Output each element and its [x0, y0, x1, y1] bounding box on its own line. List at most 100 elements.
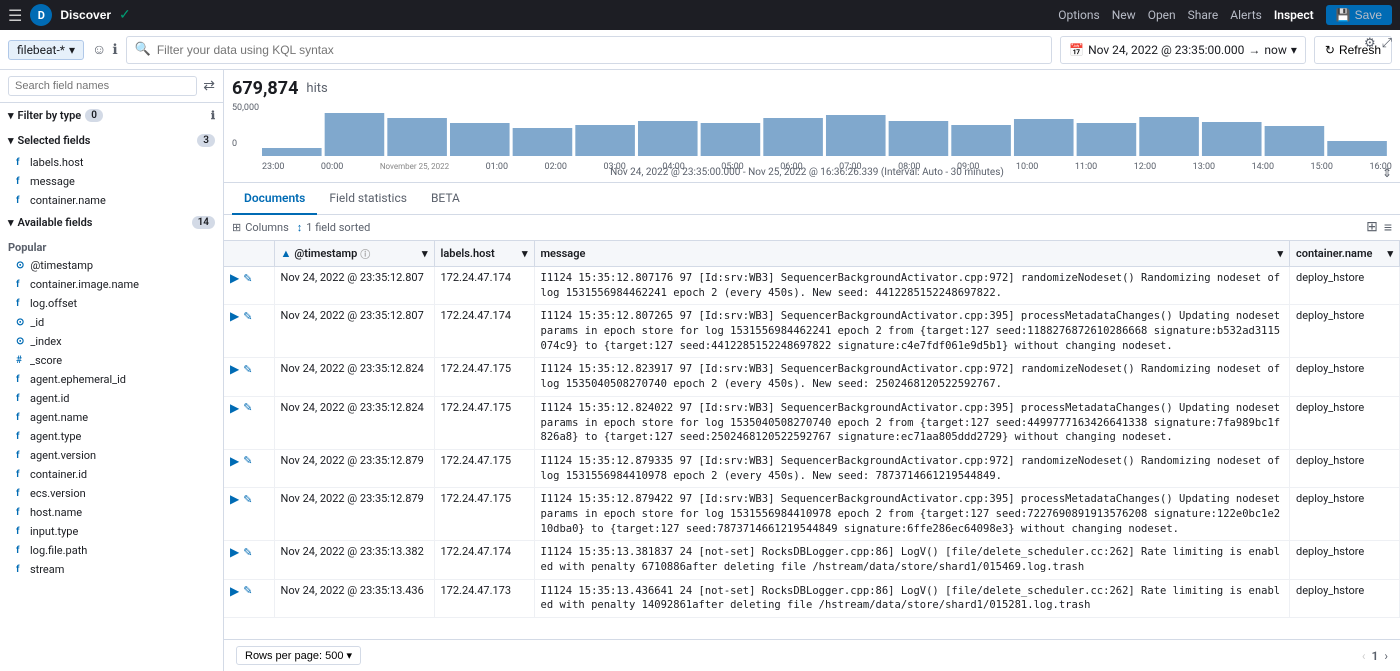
timestamp-cell: Nov 24, 2022 @ 23:35:12.824	[274, 396, 434, 449]
message-value: I1124 15:35:12.807265 97 [Id:srv:WB3] Se…	[541, 310, 1281, 351]
sidebar-available-field[interactable]: ⊙_index	[0, 332, 223, 351]
row-controls: ▶ ✎	[230, 401, 268, 415]
rows-per-page-button[interactable]: Rows per page: 500 ▾	[236, 646, 361, 665]
col-header-labels-host[interactable]: labels.host ▾	[434, 241, 534, 267]
sidebar-available-field[interactable]: fhost.name	[0, 503, 223, 522]
search-input[interactable]	[157, 43, 1043, 57]
col-header-timestamp[interactable]: ▲ @timestamp ⓘ ▾	[274, 241, 434, 267]
sidebar-available-field[interactable]: fstream	[0, 560, 223, 579]
time-range-picker[interactable]: 📅 Nov 24, 2022 @ 23:35:00.000 → now ▾	[1060, 36, 1306, 64]
save-label: Save	[1355, 8, 1382, 22]
inspect-row-icon[interactable]: ✎	[243, 493, 252, 506]
field-name: agent.ephemeral_id	[30, 373, 126, 386]
expand-row-icon[interactable]: ▶	[230, 401, 239, 415]
sidebar-available-field[interactable]: fagent.id	[0, 389, 223, 408]
expand-row-icon[interactable]: ▶	[230, 545, 239, 559]
sidebar-available-field[interactable]: finput.type	[0, 522, 223, 541]
inspect-row-icon[interactable]: ✎	[243, 454, 252, 467]
filter-type-count: 0	[85, 109, 103, 122]
sidebar-selected-field[interactable]: fmessage	[0, 172, 223, 191]
main-layout: ⇄ ▾ Filter by type 0 ℹ ▾ Selected fields…	[0, 70, 1400, 671]
expand-row-icon[interactable]: ▶	[230, 309, 239, 323]
expand-row-icon[interactable]: ▶	[230, 492, 239, 506]
selected-fields-header[interactable]: ▾ Selected fields 3	[0, 128, 223, 153]
sidebar-available-field[interactable]: fagent.name	[0, 408, 223, 427]
field-type-icon: f	[16, 393, 24, 404]
sidebar-available-field[interactable]: ⊙_id	[0, 313, 223, 332]
sidebar-available-field[interactable]: fecs.version	[0, 484, 223, 503]
field-type-icon: f	[16, 469, 24, 480]
search-bar[interactable]: 🔍	[126, 36, 1052, 64]
message-cell: I1124 15:35:12.824022 97 [Id:srv:WB3] Se…	[534, 396, 1290, 449]
row-controls: ▶ ✎	[230, 309, 268, 323]
available-fields-list: ⊙_id⊙_index#_scorefagent.ephemeral_idfag…	[0, 313, 223, 579]
message-value: I1124 15:35:12.879335 97 [Id:srv:WB3] Se…	[541, 455, 1281, 482]
col-header-controls	[224, 241, 274, 267]
inspect-row-icon[interactable]: ✎	[243, 401, 252, 414]
expand-row-icon[interactable]: ▶	[230, 271, 239, 285]
share-link[interactable]: Share	[1188, 8, 1219, 22]
timestamp-value: Nov 24, 2022 @ 23:35:12.879	[281, 492, 424, 505]
sidebar-collapse-icon[interactable]: ⇄	[203, 78, 215, 94]
sidebar-search-input[interactable]	[8, 76, 197, 96]
inspect-row-icon[interactable]: ✎	[243, 584, 252, 597]
sidebar-popular-field[interactable]: fcontainer.image.name	[0, 275, 223, 294]
next-page-icon[interactable]: ›	[1384, 649, 1388, 663]
sidebar-selected-field[interactable]: fcontainer.name	[0, 191, 223, 210]
container-name-chevron-icon[interactable]: ▾	[1387, 247, 1393, 260]
sidebar-available-field[interactable]: fagent.version	[0, 446, 223, 465]
list-view-icon[interactable]: ≡	[1384, 219, 1392, 236]
expand-row-icon[interactable]: ▶	[230, 454, 239, 468]
inspect-row-icon[interactable]: ✎	[243, 272, 252, 285]
sidebar-popular-field[interactable]: ⊙@timestamp	[0, 256, 223, 275]
save-button[interactable]: 💾 Save	[1326, 5, 1392, 25]
sidebar-popular-field[interactable]: flog.offset	[0, 294, 223, 313]
options-link[interactable]: Options	[1058, 8, 1100, 22]
chevron-down-icon-available: ▾	[8, 216, 14, 229]
open-link[interactable]: Open	[1148, 8, 1176, 22]
inspect-row-icon[interactable]: ✎	[243, 546, 252, 559]
inspect-row-icon[interactable]: ✎	[243, 363, 252, 376]
smiley-icon[interactable]: ☺	[92, 41, 106, 58]
filter-type-info-icon[interactable]: ℹ	[211, 109, 215, 122]
grid-view-icon[interactable]: ⊞	[1366, 219, 1378, 236]
sidebar-available-field[interactable]: fagent.type	[0, 427, 223, 446]
prev-page-icon[interactable]: ‹	[1362, 649, 1366, 663]
info-icon[interactable]: ℹ	[112, 42, 117, 58]
row-controls-cell: ▶ ✎	[224, 541, 274, 579]
sidebar-available-field[interactable]: fagent.ephemeral_id	[0, 370, 223, 389]
menu-icon[interactable]: ☰	[8, 6, 22, 25]
field-type-icon: f	[16, 176, 24, 187]
discover-button[interactable]: Discover	[60, 8, 111, 22]
expand-row-icon[interactable]: ▶	[230, 362, 239, 376]
sort-control[interactable]: ↕ 1 field sorted	[297, 221, 371, 234]
sidebar-available-field[interactable]: fcontainer.id	[0, 465, 223, 484]
tab-field-statistics[interactable]: Field statistics	[317, 183, 419, 215]
labels-host-value: 172.24.47.175	[441, 362, 512, 375]
alerts-link[interactable]: Alerts	[1230, 8, 1262, 22]
available-fields-count: 14	[192, 216, 215, 229]
col-header-container-name[interactable]: container.name ▾	[1290, 241, 1400, 267]
message-chevron-icon[interactable]: ▾	[1277, 247, 1283, 260]
tab-documents[interactable]: Documents	[232, 183, 317, 215]
container-name-value: deploy_hstore	[1296, 362, 1364, 375]
timestamp-chevron-icon[interactable]: ▾	[422, 247, 428, 260]
tab-beta[interactable]: BETA	[419, 183, 472, 215]
col-header-message[interactable]: message ▾	[534, 241, 1290, 267]
inspect-row-icon[interactable]: ✎	[243, 310, 252, 323]
new-link[interactable]: New	[1112, 8, 1136, 22]
inspect-link[interactable]: Inspect	[1274, 8, 1314, 22]
expand-row-icon[interactable]: ▶	[230, 584, 239, 598]
labels-host-chevron-icon[interactable]: ▾	[522, 247, 528, 260]
sidebar-available-field[interactable]: #_score	[0, 351, 223, 370]
filter-by-type-header[interactable]: ▾ Filter by type 0 ℹ	[0, 103, 223, 128]
time-now: now	[1264, 43, 1287, 57]
message-value: I1124 15:35:12.824022 97 [Id:srv:WB3] Se…	[541, 402, 1281, 443]
available-fields-header[interactable]: ▾ Available fields 14	[0, 210, 223, 235]
sidebar-selected-field[interactable]: flabels.host	[0, 153, 223, 172]
labels-host-value: 172.24.47.175	[441, 401, 512, 414]
columns-control[interactable]: ⊞ Columns	[232, 221, 289, 234]
index-pattern-badge[interactable]: filebeat-* ▾	[8, 40, 84, 60]
timestamp-value: Nov 24, 2022 @ 23:35:13.436	[281, 584, 424, 597]
sidebar-available-field[interactable]: flog.file.path	[0, 541, 223, 560]
